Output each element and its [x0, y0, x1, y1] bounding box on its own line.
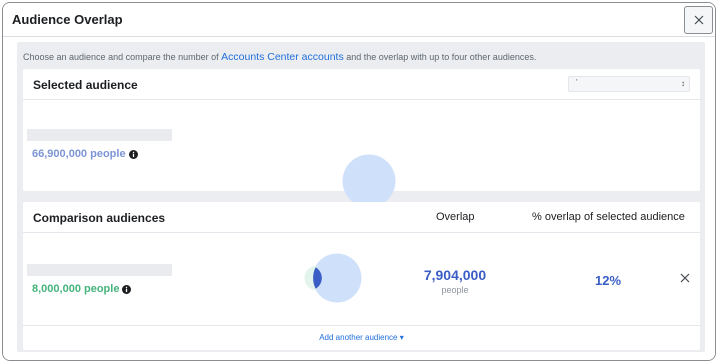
comparison-heading: Comparison audiences	[33, 211, 166, 225]
comparison-audience-people: 8,000,000 people	[32, 283, 132, 295]
dialog-body: Choose an audience and compare the numbe…	[3, 38, 715, 360]
remove-audience-button[interactable]	[677, 270, 693, 286]
venn-diagram	[304, 253, 362, 303]
overlap-value: 7,904,000	[423, 267, 487, 283]
dialog-header: Audience Overlap	[3, 3, 715, 37]
dialog-title: Audience Overlap	[12, 12, 123, 27]
comparison-audience-name-placeholder	[27, 264, 172, 276]
overlap-content: Choose an audience and compare the numbe…	[17, 42, 705, 352]
overlap-column-header: Overlap	[436, 211, 475, 223]
row-divider	[23, 325, 700, 326]
selected-audience-card: Selected audience ' ↕ 66,900,000 people	[23, 69, 700, 208]
close-icon	[694, 15, 703, 25]
pct-column-header: % overlap of selected audience	[532, 211, 685, 223]
intro-text-before: Choose an audience and compare the numbe…	[23, 52, 222, 62]
close-button[interactable]	[684, 6, 713, 34]
selected-audience-people: 66,900,000 people	[32, 148, 138, 160]
info-icon[interactable]	[122, 284, 132, 294]
dialog-window: Audience Overlap Choose an audience and …	[2, 2, 716, 361]
selected-audience-circle	[342, 154, 396, 208]
selected-audience-name-placeholder	[27, 129, 172, 141]
intro-text: Choose an audience and compare the numbe…	[23, 51, 536, 63]
audience-select[interactable]: ' ↕	[568, 76, 690, 92]
overlap-percentage: 12%	[594, 273, 622, 288]
info-icon[interactable]	[128, 149, 138, 159]
intro-text-after: and the overlap with up to four other au…	[343, 52, 537, 62]
accounts-center-link[interactable]: Accounts Center accounts	[221, 51, 344, 63]
selected-audience-heading: Selected audience	[33, 78, 138, 92]
audience-select-value: '	[576, 78, 578, 87]
selected-audience-count: 66,900,000 people	[32, 148, 126, 160]
caret-down-icon: ▾	[399, 333, 404, 342]
overlap-unit: people	[441, 285, 469, 295]
add-audience-label: Add another audience	[319, 333, 398, 342]
add-another-audience-link[interactable]: Add another audience ▾	[23, 333, 700, 342]
close-icon	[680, 273, 690, 283]
comparison-header: Comparison audiences Overlap % overlap o…	[23, 202, 700, 233]
comparison-audiences-card: Comparison audiences Overlap % overlap o…	[23, 202, 700, 350]
selected-audience-header: Selected audience ' ↕	[23, 69, 700, 100]
select-arrows-icon: ↕	[681, 79, 685, 88]
comparison-audience-count: 8,000,000 people	[32, 283, 120, 295]
